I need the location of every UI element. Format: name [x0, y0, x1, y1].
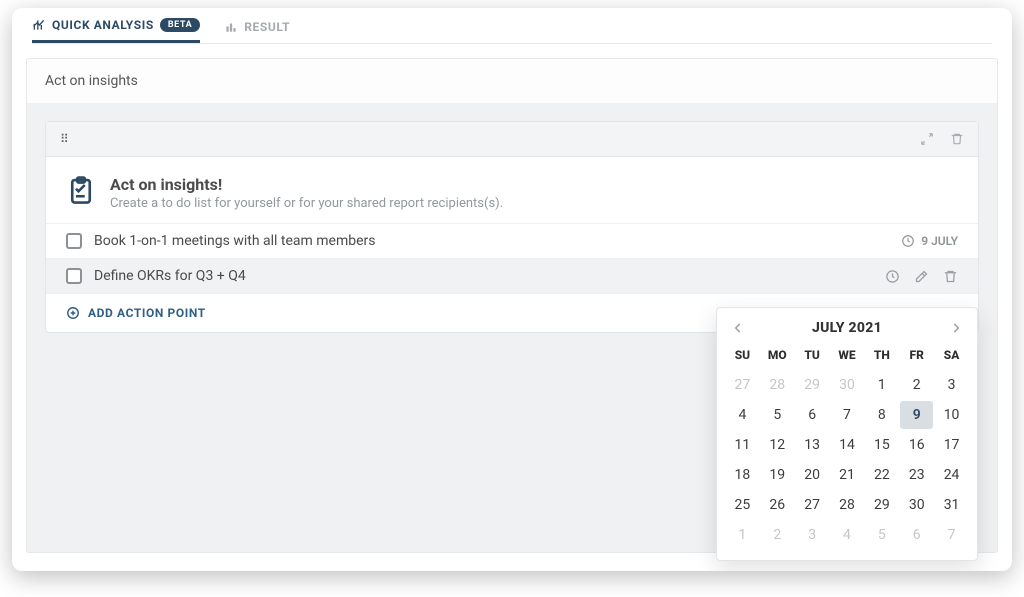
calendar-day[interactable]: 11: [726, 431, 759, 459]
checkbox[interactable]: [66, 233, 82, 249]
trash-icon[interactable]: [950, 132, 964, 146]
clock-icon: [901, 234, 915, 248]
app-window: QUICK ANALYSIS BETA RESULT Act on insigh…: [12, 8, 1012, 571]
calendar-day[interactable]: 27: [726, 371, 759, 399]
datepicker: JULY 2021 SUMOTUWETHFRSA2728293012345678…: [716, 307, 978, 561]
calendar-day[interactable]: 4: [726, 401, 759, 429]
checkbox[interactable]: [66, 268, 82, 284]
card-header: ⠿: [46, 122, 978, 157]
tab-quick-analysis[interactable]: QUICK ANALYSIS BETA: [32, 18, 200, 43]
calendar-day[interactable]: 30: [900, 491, 933, 519]
edit-icon[interactable]: [914, 269, 929, 284]
section-title: Act on insights: [45, 73, 138, 89]
drag-handle-icon[interactable]: ⠿: [60, 132, 68, 146]
calendar-day[interactable]: 29: [796, 371, 829, 399]
action-list: Book 1-on-1 meetings with all team membe…: [46, 223, 978, 293]
card-intro: Act on insights! Create a to do list for…: [46, 157, 978, 223]
calendar-day[interactable]: 4: [831, 521, 864, 549]
calendar-day[interactable]: 23: [900, 461, 933, 489]
intro-subtitle: Create a to do list for yourself or for …: [110, 196, 503, 211]
calendar-day[interactable]: 28: [831, 491, 864, 519]
trash-icon[interactable]: [943, 269, 958, 284]
calendar-day[interactable]: 27: [796, 491, 829, 519]
calendar-day[interactable]: 29: [865, 491, 898, 519]
calendar-day[interactable]: 18: [726, 461, 759, 489]
calendar-day[interactable]: 9: [900, 401, 933, 429]
calendar-day[interactable]: 12: [761, 431, 794, 459]
calendar-day[interactable]: 5: [865, 521, 898, 549]
add-action-label: ADD ACTION POINT: [88, 306, 206, 320]
calendar-day[interactable]: 24: [935, 461, 968, 489]
calendar-day[interactable]: 1: [726, 521, 759, 549]
clock-icon[interactable]: [885, 269, 900, 284]
section-body: ⠿ Act on insights! Create a to do list f…: [26, 103, 998, 553]
next-month-icon[interactable]: [949, 321, 963, 335]
tabs-divider: [32, 43, 992, 44]
calendar-day[interactable]: 28: [761, 371, 794, 399]
datepicker-title: JULY 2021: [812, 320, 882, 336]
calendar-day[interactable]: 2: [761, 521, 794, 549]
top-tabs: QUICK ANALYSIS BETA RESULT: [12, 8, 1012, 43]
calendar-day[interactable]: 26: [761, 491, 794, 519]
insights-card: ⠿ Act on insights! Create a to do list f…: [45, 121, 979, 333]
calendar-day[interactable]: 17: [935, 431, 968, 459]
intro-title: Act on insights!: [110, 175, 503, 194]
dow-header: TU: [795, 344, 830, 370]
dow-header: SU: [725, 344, 760, 370]
calendar-day[interactable]: 5: [761, 401, 794, 429]
action-label: Define OKRs for Q3 + Q4: [94, 268, 246, 284]
calendar-day[interactable]: 2: [900, 371, 933, 399]
tab-label: QUICK ANALYSIS: [52, 18, 154, 32]
result-icon: [224, 20, 238, 34]
calendar-day[interactable]: 6: [900, 521, 933, 549]
action-row[interactable]: Book 1-on-1 meetings with all team membe…: [46, 223, 978, 258]
plus-circle-icon: [66, 306, 80, 320]
calendar-day[interactable]: 21: [831, 461, 864, 489]
calendar-day[interactable]: 30: [831, 371, 864, 399]
dow-header: TH: [864, 344, 899, 370]
calendar-day[interactable]: 20: [796, 461, 829, 489]
dow-header: SA: [934, 344, 969, 370]
calendar-day[interactable]: 25: [726, 491, 759, 519]
calendar-day[interactable]: 10: [935, 401, 968, 429]
calendar-day[interactable]: 8: [865, 401, 898, 429]
prev-month-icon[interactable]: [731, 321, 745, 335]
expand-icon[interactable]: [920, 132, 934, 146]
section-header: Act on insights: [26, 58, 998, 103]
calendar-day[interactable]: 7: [831, 401, 864, 429]
calendar-day[interactable]: 7: [935, 521, 968, 549]
dow-header: WE: [830, 344, 865, 370]
calendar-day[interactable]: 16: [900, 431, 933, 459]
tab-result[interactable]: RESULT: [224, 20, 290, 42]
calendar-day[interactable]: 14: [831, 431, 864, 459]
calendar-day[interactable]: 15: [865, 431, 898, 459]
action-label: Book 1-on-1 meetings with all team membe…: [94, 233, 376, 249]
due-date[interactable]: 9 JULY: [901, 234, 958, 248]
action-row[interactable]: Define OKRs for Q3 + Q4: [46, 258, 978, 293]
beta-badge: BETA: [160, 18, 200, 32]
calendar-day[interactable]: 13: [796, 431, 829, 459]
calendar-day[interactable]: 3: [935, 371, 968, 399]
calendar-day[interactable]: 19: [761, 461, 794, 489]
dow-header: MO: [760, 344, 795, 370]
analysis-icon: [32, 18, 46, 32]
calendar-day[interactable]: 6: [796, 401, 829, 429]
calendar-day[interactable]: 1: [865, 371, 898, 399]
calendar-grid: SUMOTUWETHFRSA27282930123456789101112131…: [725, 344, 969, 550]
clipboard-icon: [66, 175, 96, 205]
tab-label: RESULT: [244, 20, 290, 34]
calendar-day[interactable]: 3: [796, 521, 829, 549]
calendar-day[interactable]: 31: [935, 491, 968, 519]
dow-header: FR: [899, 344, 934, 370]
calendar-day[interactable]: 22: [865, 461, 898, 489]
